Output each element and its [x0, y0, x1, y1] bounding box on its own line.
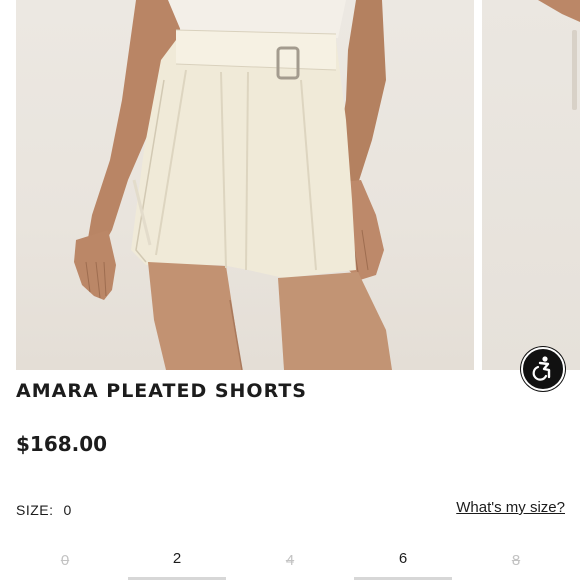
accessibility-icon [532, 356, 551, 381]
size-option-6[interactable]: 6 [354, 540, 452, 580]
size-option-2[interactable]: 2 [128, 540, 226, 580]
size-indicator: SIZE: 0 [16, 502, 72, 518]
product-title: AMARA PLEATED SHORTS [16, 380, 307, 402]
product-image-main[interactable] [16, 0, 474, 370]
selected-size-value: 0 [63, 502, 72, 518]
product-image-gallery[interactable] [0, 0, 580, 370]
accessibility-button[interactable] [521, 347, 565, 391]
size-label: SIZE: [16, 502, 54, 518]
product-image-next[interactable] [482, 0, 580, 370]
size-guide-link[interactable]: What's my size? [456, 499, 565, 516]
size-option-8[interactable]: 8 [467, 540, 565, 580]
size-option-0[interactable]: 0 [16, 540, 114, 580]
size-options: 0 2 4 6 8 [16, 540, 565, 580]
size-option-4[interactable]: 4 [241, 540, 339, 580]
product-price: $168.00 [16, 432, 108, 456]
